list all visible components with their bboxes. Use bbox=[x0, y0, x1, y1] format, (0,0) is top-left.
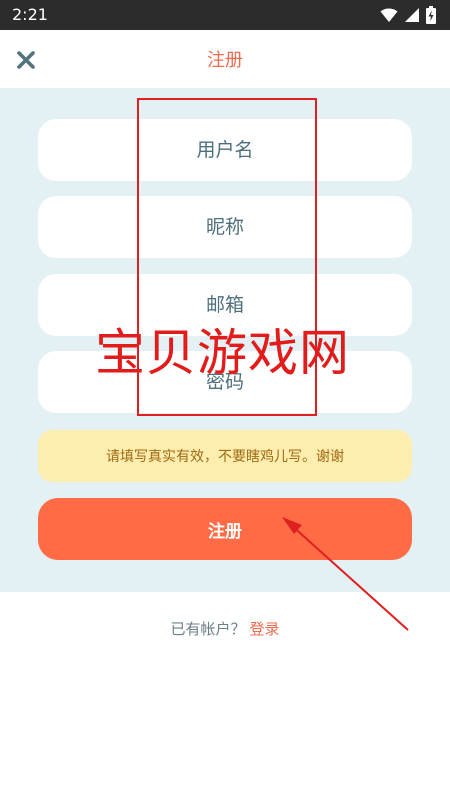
signal-icon bbox=[405, 8, 419, 22]
battery-icon bbox=[426, 6, 436, 24]
notice-banner: 请填写真实有效，不要瞎鸡儿写。谢谢 bbox=[38, 430, 412, 482]
app-header: 注册 bbox=[0, 30, 450, 88]
has-account-text: 已有帐户？ bbox=[170, 620, 246, 638]
page-title: 注册 bbox=[207, 50, 243, 71]
status-time: 2:21 bbox=[12, 5, 48, 24]
password-input[interactable] bbox=[38, 351, 412, 413]
status-icons bbox=[380, 6, 436, 24]
wifi-icon bbox=[380, 8, 398, 22]
login-prompt: 已有帐户？ 登录 bbox=[0, 618, 450, 639]
status-bar: 2:21 bbox=[0, 0, 450, 30]
nickname-input[interactable] bbox=[38, 196, 412, 258]
username-input[interactable] bbox=[38, 119, 412, 181]
login-link[interactable]: 登录 bbox=[250, 620, 280, 638]
email-input[interactable] bbox=[38, 274, 412, 336]
register-button[interactable]: 注册 bbox=[38, 498, 412, 560]
